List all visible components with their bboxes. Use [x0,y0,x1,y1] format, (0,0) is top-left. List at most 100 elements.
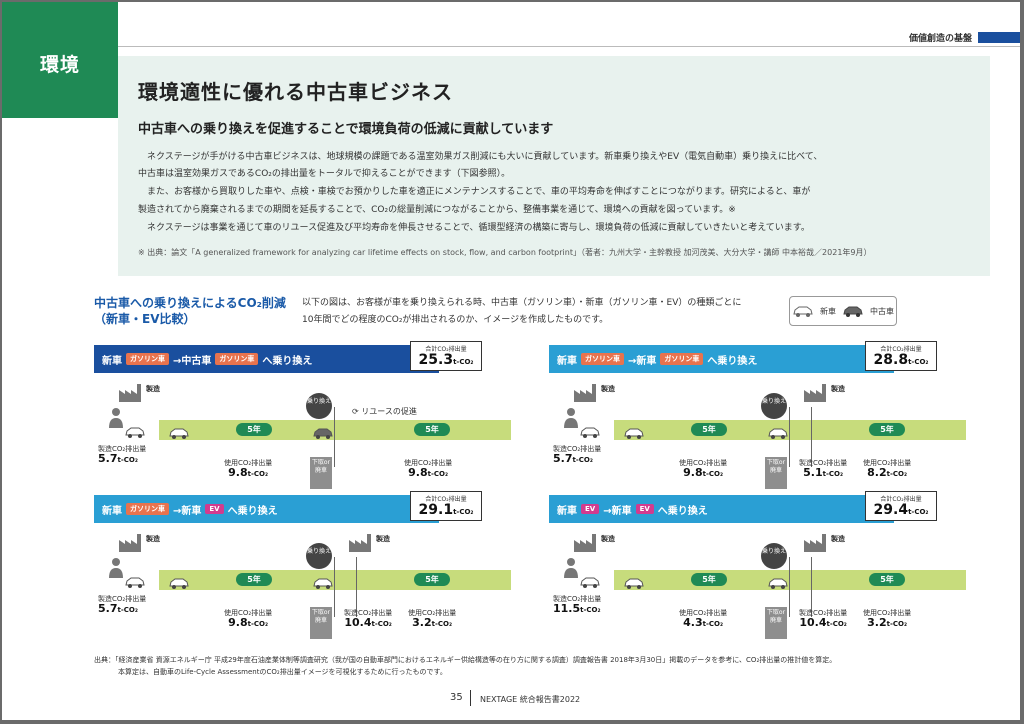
total-co2-box: 合計CO₂排出量 29.4t-CO₂ [865,491,937,521]
intro-paragraph-2: 中古車は温室効果ガスであるCO₂の排出量をトータルで抑えることができます（下図参… [138,169,511,179]
page-number: 35 [450,692,463,703]
use-co2-second: 使用CO₂排出量 3.2t-CO₂ [408,609,456,629]
use-co2-first-unit: t-CO₂ [702,620,724,628]
timeline-track [614,420,966,440]
manufacture-co2-value: 5.7t-CO₂ [98,602,138,615]
panel-header: 新車 EV →新車 EV へ乗り換え [549,495,894,523]
period-pill: 5年 [414,423,450,436]
total-co2-unit: t-CO₂ [908,358,929,366]
period-pill: 5年 [236,423,272,436]
factory-icon [573,531,599,553]
comparison-desc-line2: 10年間でどの程度のCO₂が排出されるのか、イメージを作成したものです。 [302,315,609,325]
swap-badge: 乗り換え [761,393,787,419]
timeline-car-icon [168,574,190,589]
factory-icon [348,531,374,553]
manufacture-co2-unit: t-CO₂ [117,606,138,614]
swap-line [789,407,790,467]
swap-line [334,557,335,617]
timeline-track [159,420,511,440]
swap-car-icon [312,424,334,439]
panel-from-label: 新車 [102,505,122,517]
total-co2-box: 合計CO₂排出量 25.3t-CO₂ [410,341,482,371]
panel-switch-label: へ乗り換え [227,505,278,517]
manufacture-label: 製造 [376,535,390,543]
use-co2-second-value: 3.2t-CO₂ [412,616,453,629]
use-co2-second-unit: t-CO₂ [886,470,908,478]
dispose-box: 下取or廃車 [765,457,787,489]
mid-manufacture-co2-value: 5.1t-CO₂ [803,466,844,479]
panel-arrow: →新車 [173,505,202,517]
page-subtitle: 中古車への乗り換えを促進することで環境負荷の低減に貢献しています [138,122,554,137]
start-car-icon [124,573,146,588]
panel-to-type-tag: EV [635,504,654,514]
person-icon [563,557,579,579]
manufacture-co2-unit: t-CO₂ [572,456,593,464]
timeline-car-icon [623,574,645,589]
manufacture-co2-value: 5.7t-CO₂ [98,452,138,465]
use-co2-first-value: 9.8t-CO₂ [228,616,269,629]
intro-paragraph-3: また、お客様から買取りした車や、点検・車検でお預かりした車を適正にメンテナンスす… [147,187,811,197]
panel-header: 新車 ガソリン車 →新車 ガソリン車 へ乗り換え [549,345,894,373]
swap-car-icon [767,574,789,589]
category-bar [978,32,1020,43]
period-pill: 5年 [236,573,272,586]
intro-paragraph-1: ネクステージが手がける中古車ビジネスは、地球規模の課題である温室効果ガス削減にも… [147,152,823,162]
comparison-panel: 新車 EV →新車 EV へ乗り換え 合計CO₂排出量 29.4t-CO₂ 製造 5年 5年 乗り換… [549,491,966,645]
comparison-panel: 新車 ガソリン車 →新車 ガソリン車 へ乗り換え 合計CO₂排出量 28.8t-CO₂ 製造 5… [549,341,966,495]
use-co2-first: 使用CO₂排出量 9.8t-CO₂ [224,459,272,479]
use-co2-second-value: 3.2t-CO₂ [867,616,908,629]
panel-header: 新車 ガソリン車 →新車 EV へ乗り換え [94,495,439,523]
factory-icon [803,381,829,403]
manufacture-co2-value: 11.5t-CO₂ [553,602,601,615]
use-co2-first: 使用CO₂排出量 9.8t-CO₂ [224,609,272,629]
panel-from-type-tag: ガソリン車 [581,353,624,365]
panel-from-type-tag: ガソリン車 [126,353,169,365]
manufacture-label: 製造 [601,535,615,543]
manufacture-co2: 製造CO₂排出量 5.7t-CO₂ [98,595,146,615]
period-pill: 5年 [869,423,905,436]
total-co2-value: 28.8t-CO₂ [873,352,929,368]
start-car-icon [579,573,601,588]
panel-from-type-tag: ガソリン車 [126,503,169,515]
manufacture-label: 製造 [601,385,615,393]
start-car-icon [124,423,146,438]
use-co2-second: 使用CO₂排出量 3.2t-CO₂ [863,609,911,629]
period-pill: 5年 [691,423,727,436]
factory-icon [803,531,829,553]
swap-line [334,407,335,467]
period-pill: 5年 [869,573,905,586]
report-page: 環境 価値創造の基盤 環境適性に優れる中古車ビジネス 中古車への乗り換えを促進す… [2,2,1020,720]
manufacture-label: 製造 [831,535,845,543]
factory-icon [118,531,144,553]
factory-icon [118,381,144,403]
section-tab: 環境 [2,2,118,118]
person-icon [563,407,579,429]
manufacture-line [811,557,812,617]
category-label: 価値創造の基盤 [908,34,972,44]
total-co2-box: 合計CO₂排出量 29.1t-CO₂ [410,491,482,521]
use-co2-first-value: 9.8t-CO₂ [228,466,269,479]
swap-line [789,557,790,617]
use-co2-first-unit: t-CO₂ [247,470,269,478]
use-co2-first: 使用CO₂排出量 4.3t-CO₂ [679,609,727,629]
page-number-separator [470,690,471,706]
comparison-desc-line1: 以下の図は、お客様が車を乗り換えられる時、中古車（ガソリン車）・新車（ガソリン車… [302,298,742,308]
panel-arrow: →中古車 [173,355,212,367]
manufacture-line [811,407,812,467]
legend-new-label: 新車 [820,306,836,316]
manufacture-co2-value: 5.7t-CO₂ [553,452,593,465]
used-car-icon [843,306,863,317]
panel-arrow: →新車 [603,505,632,517]
manufacture-line [356,557,357,617]
mid-manufacture-co2-value: 10.4t-CO₂ [799,616,847,629]
use-co2-second-value: 9.8t-CO₂ [408,466,449,479]
timeline-track [614,570,966,590]
comparison-title: 中古車への乗り換えによるCO₂削減 （新車・EV比較） [94,295,286,327]
swap-badge: 乗り換え [306,393,332,419]
use-co2-second-unit: t-CO₂ [431,620,453,628]
total-co2-box: 合計CO₂排出量 28.8t-CO₂ [865,341,937,371]
person-icon [108,557,124,579]
mid-manufacture-co2-unit: t-CO₂ [826,620,847,628]
panel-switch-label: へ乗り換え [657,505,708,517]
total-co2-unit: t-CO₂ [908,508,929,516]
